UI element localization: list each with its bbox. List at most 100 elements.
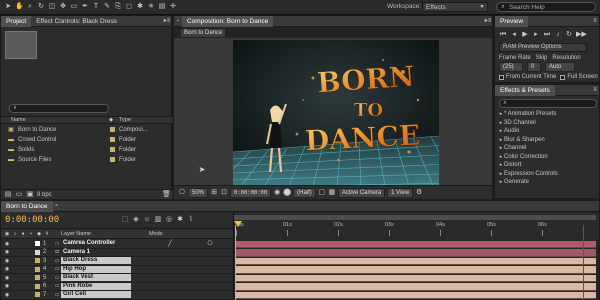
grid-icon[interactable]: ⊡ <box>220 189 228 197</box>
work-area-bar[interactable] <box>234 215 596 220</box>
layer-label-swatch[interactable] <box>35 258 40 264</box>
project-item[interactable]: ▬ Crowd Control Folder <box>1 135 173 145</box>
effects-category-item[interactable]: ▸ Channel <box>495 144 599 153</box>
3d-layer-icon[interactable] <box>206 274 214 282</box>
zoom-select[interactable]: 50% <box>188 187 209 198</box>
layer-name[interactable]: Girl Cell <box>61 291 131 299</box>
effects-category-item[interactable]: ▸ 3D Channel <box>495 119 599 128</box>
time-ruler[interactable]: 0s 01s 02s 03s 04s 05s 06s <box>233 212 599 239</box>
tab-effect-controls[interactable]: Effect Controls: Black Dress <box>31 16 122 27</box>
panel-menu-icon[interactable]: ≡ <box>591 86 599 94</box>
hide-shy-icon[interactable]: ☺ <box>143 216 151 224</box>
layer-duration-bar[interactable] <box>236 240 596 248</box>
lock-icon[interactable] <box>19 291 27 299</box>
3d-layer-icon[interactable] <box>206 248 214 256</box>
effects-category-item[interactable]: ▸ Blur & Sharpen <box>495 136 599 145</box>
project-search-input[interactable]: ⌕ <box>9 104 109 113</box>
graph-editor-icon[interactable]: ⌇ <box>187 216 195 224</box>
tab-project[interactable]: Project <box>1 15 32 27</box>
layer-label-swatch[interactable] <box>35 275 40 281</box>
lock-icon[interactable] <box>19 282 27 290</box>
lock-icon[interactable] <box>19 240 27 248</box>
layer-switches-icon[interactable] <box>166 282 174 290</box>
solo-icon[interactable] <box>11 240 19 248</box>
layer-duration-bar[interactable] <box>236 249 596 257</box>
comp-options-icon[interactable]: ⚙ <box>415 189 423 197</box>
eraser-tool-icon[interactable]: ◻ <box>125 3 133 11</box>
brainstorm-icon[interactable]: ✱ <box>176 216 184 224</box>
layer-duration-bar[interactable] <box>236 266 596 274</box>
layer-switches-icon[interactable] <box>166 257 174 265</box>
transparency-grid-icon[interactable]: ▦ <box>328 189 336 197</box>
layer-switches-icon[interactable] <box>166 274 174 282</box>
layer-label-swatch[interactable] <box>35 292 40 298</box>
layer-row[interactable]: ◉ 2 ◘ Camera 1 <box>1 248 233 257</box>
layer-label-swatch[interactable] <box>35 283 40 289</box>
layer-name[interactable]: Hip Hop <box>61 265 131 273</box>
lock-icon[interactable] <box>19 265 27 273</box>
skip-value[interactable]: 0 <box>527 62 541 72</box>
tab-preview[interactable]: Preview <box>495 15 529 27</box>
views-select[interactable]: 1 View <box>387 187 414 198</box>
camera-select[interactable]: Active Camera <box>337 187 386 198</box>
rotate-tool-icon[interactable]: ↻ <box>37 3 45 11</box>
tab-timeline[interactable]: Born to Dance <box>1 200 53 212</box>
layer-duration-bar[interactable] <box>236 283 596 291</box>
effects-category-item[interactable]: ▸ Color Correction <box>495 153 599 162</box>
camera-tool-icon[interactable]: ◫ <box>48 3 56 11</box>
label-color-swatch[interactable] <box>110 137 115 142</box>
visibility-eye-icon[interactable]: ◉ <box>3 257 11 265</box>
first-frame-icon[interactable]: ⏮ <box>499 31 507 39</box>
resolution-select-preview[interactable]: Auto <box>545 62 575 72</box>
project-item[interactable]: ▬ Source Files Folder <box>1 155 173 165</box>
layer-row[interactable]: ◉ 5 ▭ Black Vest <box>1 274 233 283</box>
solo-icon[interactable] <box>11 291 19 299</box>
layer-duration-bar[interactable] <box>236 291 596 299</box>
layer-row[interactable]: ◉ 7 ▭ Girl Cell <box>1 291 233 300</box>
interpret-footage-icon[interactable]: ▤ <box>4 191 12 199</box>
3d-layer-icon[interactable] <box>206 291 214 299</box>
full-screen-checkbox[interactable] <box>560 74 566 80</box>
layer-row[interactable]: ◉ 6 ▭ Pink Robe <box>1 282 233 291</box>
puppet-tool-icon[interactable]: ✳ <box>147 3 155 11</box>
region-of-interest-icon[interactable]: ▢ <box>318 189 326 197</box>
trash-icon[interactable]: 🗑 <box>162 191 171 199</box>
lock-icon[interactable] <box>19 248 27 256</box>
tab-effects-presets[interactable]: Effects & Presets <box>495 84 555 96</box>
clone-tool-icon[interactable]: ⎘ <box>114 3 122 11</box>
effects-category-item[interactable]: ▸ * Animation Presets <box>495 110 599 119</box>
comp-button[interactable]: Born to Dance <box>180 28 227 38</box>
layer-row[interactable]: ◉ 4 ▭ Hip Hop <box>1 265 233 274</box>
layer-name[interactable]: Camrea Controller <box>61 240 131 247</box>
draft-3d-icon[interactable]: ◈ <box>132 216 140 224</box>
visibility-eye-icon[interactable]: ◉ <box>3 248 11 256</box>
lock-icon[interactable]: ▪ <box>174 17 182 25</box>
frame-rate-select[interactable]: (25) <box>499 62 523 72</box>
prev-frame-icon[interactable]: ◂ <box>510 31 518 39</box>
loop-icon[interactable]: ↻ <box>565 31 573 39</box>
next-frame-icon[interactable]: ▸ <box>532 31 540 39</box>
panel-menu-icon[interactable]: ▸≡ <box>163 17 171 25</box>
layer-name[interactable]: Black Dress <box>61 257 131 265</box>
lock-icon[interactable] <box>19 257 27 265</box>
solo-icon[interactable] <box>11 257 19 265</box>
pan-behind-icon[interactable]: ✥ <box>59 3 67 11</box>
from-current-checkbox[interactable] <box>499 74 504 80</box>
effects-search-input[interactable]: ⌕ <box>499 99 597 108</box>
effects-category-item[interactable]: ▸ Generate <box>495 178 599 187</box>
resolution-select[interactable]: (Half) <box>293 187 316 198</box>
motion-blur-icon[interactable]: ◎ <box>165 216 173 224</box>
lock-icon[interactable] <box>19 274 27 282</box>
project-item[interactable]: ▬ Solids Folder <box>1 145 173 155</box>
roto-brush-icon[interactable]: ✱ <box>136 3 144 11</box>
label-color-swatch[interactable] <box>110 127 115 132</box>
workspace-select[interactable]: Effects ▼ <box>422 2 488 12</box>
selection-tool-icon[interactable]: ➤ <box>4 3 12 11</box>
layer-label-swatch[interactable] <box>35 266 40 272</box>
col-type[interactable]: Type <box>119 117 131 123</box>
col-layer-name[interactable]: Layer Name <box>61 231 91 237</box>
text-tool-icon[interactable]: T <box>92 3 100 11</box>
layer-duration-bar[interactable] <box>236 257 596 265</box>
align-icon[interactable]: ▤ <box>158 3 166 11</box>
layer-switches-icon[interactable]: ╱ <box>166 240 174 248</box>
